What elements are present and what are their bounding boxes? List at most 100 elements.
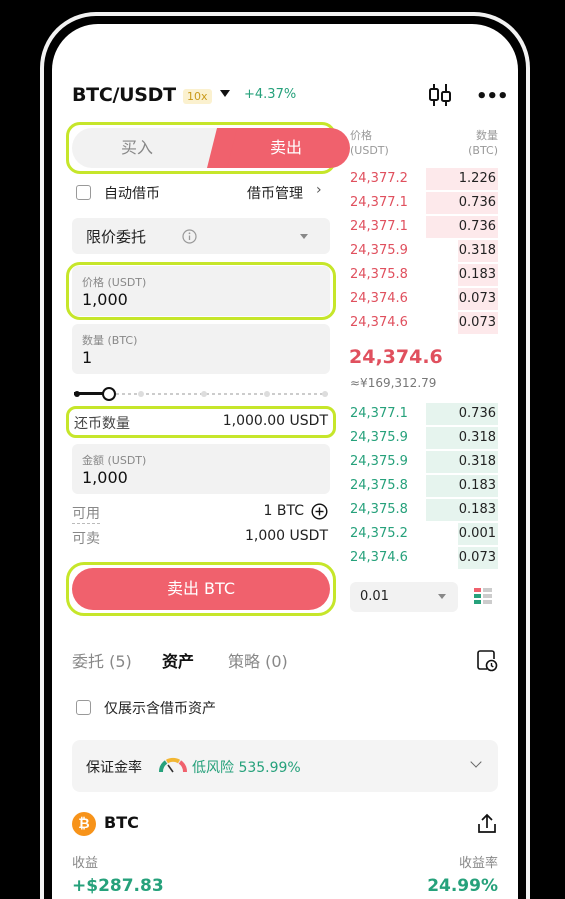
chevron-down-icon xyxy=(470,756,482,768)
bid-row[interactable]: 24,375.9 0.318 xyxy=(348,450,498,474)
tab-orders[interactable]: 委托 (5) xyxy=(72,648,132,672)
show-borrowed-checkbox[interactable] xyxy=(76,700,91,715)
ask-row[interactable]: 24,377.1 0.736 xyxy=(348,215,498,239)
bid-row[interactable]: 24,375.8 0.183 xyxy=(348,474,498,498)
ask-qty: 0.736 xyxy=(458,195,496,210)
ask-row[interactable]: 24,375.9 0.318 xyxy=(348,239,498,263)
bid-qty: 0.001 xyxy=(458,526,496,541)
bid-qty: 0.318 xyxy=(458,430,496,445)
ask-price: 24,377.1 xyxy=(350,195,408,210)
add-circle-icon[interactable] xyxy=(311,503,328,520)
amount-value: 1,000 xyxy=(82,468,128,487)
pnl-rate-value: 24.99% xyxy=(427,876,498,896)
risk-gauge-icon xyxy=(159,757,187,773)
bid-row[interactable]: 24,375.2 0.001 xyxy=(348,522,498,546)
bid-qty: 0.183 xyxy=(458,478,496,493)
quantity-value: 1 xyxy=(82,348,93,367)
sell-btc-button[interactable]: 卖出 BTC xyxy=(72,568,330,610)
repay-label: 还币数量 xyxy=(74,416,130,432)
bid-row[interactable]: 24,375.9 0.318 xyxy=(348,426,498,450)
leverage-badge: 10x xyxy=(183,89,212,104)
ask-qty: 0.736 xyxy=(458,219,496,234)
sellable-value: 1,000 USDT xyxy=(245,528,328,544)
bid-price: 24,375.9 xyxy=(350,430,408,445)
bid-qty: 0.073 xyxy=(458,550,496,565)
tab-strategy[interactable]: 策略 (0) xyxy=(228,648,288,672)
slider-stop xyxy=(138,391,144,397)
slider-stop xyxy=(201,391,207,397)
ask-row[interactable]: 24,374.6 0.073 xyxy=(348,287,498,311)
bid-price: 24,375.8 xyxy=(350,478,408,493)
tick-size-select[interactable]: 0.01 xyxy=(350,582,458,612)
slider-stop xyxy=(74,391,80,397)
bid-row[interactable]: 24,374.6 0.073 xyxy=(348,546,498,570)
ob-qty-unit: (BTC) xyxy=(468,144,498,157)
bid-price: 24,377.1 xyxy=(350,406,408,421)
bid-qty: 0.318 xyxy=(458,454,496,469)
auto-borrow-checkbox[interactable] xyxy=(76,185,91,200)
more-dots-icon[interactable]: ••• xyxy=(476,86,509,107)
slider-knob[interactable] xyxy=(102,387,116,401)
share-icon[interactable] xyxy=(476,812,498,836)
pnl-label: 收益 xyxy=(72,856,99,871)
price-value: 1,000 xyxy=(82,290,128,309)
amount-label: 金额 (USDT) xyxy=(82,454,147,467)
ask-price: 24,377.2 xyxy=(350,171,408,186)
price-field[interactable]: 价格 (USDT) 1,000 xyxy=(72,266,330,316)
sell-tab-label: 卖出 xyxy=(269,138,302,157)
pair-title[interactable]: BTC/USDT xyxy=(72,84,176,106)
quantity-field[interactable]: 数量 (BTC) 1 xyxy=(72,324,330,374)
pair-dropdown-icon[interactable] xyxy=(220,90,230,97)
pnl-value: +$287.83 xyxy=(72,876,164,896)
ob-qty-header: 数量 (BTC) xyxy=(468,128,498,158)
bid-row[interactable]: 24,375.8 0.183 xyxy=(348,498,498,522)
ask-qty: 0.318 xyxy=(458,243,496,258)
ask-qty: 0.183 xyxy=(458,267,496,282)
show-borrowed-label: 仅展示含借币资产 xyxy=(104,701,216,717)
pnl-rate-label: 收益率 xyxy=(458,856,498,871)
ob-price-header: 价格 (USDT) xyxy=(350,128,389,158)
available-label: 可用 xyxy=(72,503,100,524)
margin-ratio-label: 保证金率 xyxy=(86,760,142,776)
price-change: +4.37% xyxy=(244,87,297,102)
order-history-icon[interactable] xyxy=(476,648,498,672)
amount-field[interactable]: 金额 (USDT) 1,000 xyxy=(72,444,330,494)
ask-qty: 1.226 xyxy=(458,171,496,186)
candlestick-icon[interactable] xyxy=(428,82,452,108)
ob-qty-title: 数量 xyxy=(476,129,498,142)
trade-screen: BTC/USDT 10x +4.37% ••• 买入 卖出 自动借币 借币管理 … xyxy=(52,24,518,899)
tab-assets[interactable]: 资产 xyxy=(162,648,194,672)
margin-ratio-panel[interactable]: 保证金率 低风险 535.99% xyxy=(72,740,498,792)
ask-price: 24,374.6 xyxy=(350,291,408,306)
ask-price: 24,375.8 xyxy=(350,267,408,282)
chevron-right-icon[interactable]: › xyxy=(316,182,322,198)
ask-row[interactable]: 24,377.1 0.736 xyxy=(348,191,498,215)
repay-value: 1,000.00 USDT xyxy=(222,413,328,429)
info-icon[interactable] xyxy=(182,229,197,244)
asset-coin-name: BTC xyxy=(104,813,139,832)
tick-size-value: 0.01 xyxy=(360,589,389,604)
bid-row[interactable]: 24,377.1 0.736 xyxy=(348,402,498,426)
bid-price: 24,375.2 xyxy=(350,526,408,541)
order-type-value: 限价委托 xyxy=(86,228,147,246)
chevron-down-icon xyxy=(438,594,446,599)
bid-qty: 0.736 xyxy=(458,406,496,421)
ob-price-title: 价格 xyxy=(350,129,372,142)
ask-price: 24,377.1 xyxy=(350,219,408,234)
risk-level-text: 低风险 535.99% xyxy=(192,760,301,776)
borrow-manage-link[interactable]: 借币管理 xyxy=(247,183,303,203)
amount-slider[interactable] xyxy=(74,386,328,402)
ask-qty: 0.073 xyxy=(458,315,496,330)
ask-row[interactable]: 24,374.6 0.073 xyxy=(348,311,498,335)
sell-tab[interactable]: 卖出 xyxy=(222,128,350,168)
buy-tab[interactable]: 买入 xyxy=(72,128,202,168)
ask-row[interactable]: 24,375.8 0.183 xyxy=(348,263,498,287)
order-type-select[interactable]: 限价委托 xyxy=(72,218,330,254)
depth-view-icon[interactable] xyxy=(470,584,496,610)
side-toggle: 买入 卖出 xyxy=(72,128,350,168)
ask-row[interactable]: 24,377.2 1.226 xyxy=(348,167,498,191)
chevron-down-icon xyxy=(300,234,308,239)
slider-stop xyxy=(264,391,270,397)
ask-price: 24,375.9 xyxy=(350,243,408,258)
bid-price: 24,375.9 xyxy=(350,454,408,469)
